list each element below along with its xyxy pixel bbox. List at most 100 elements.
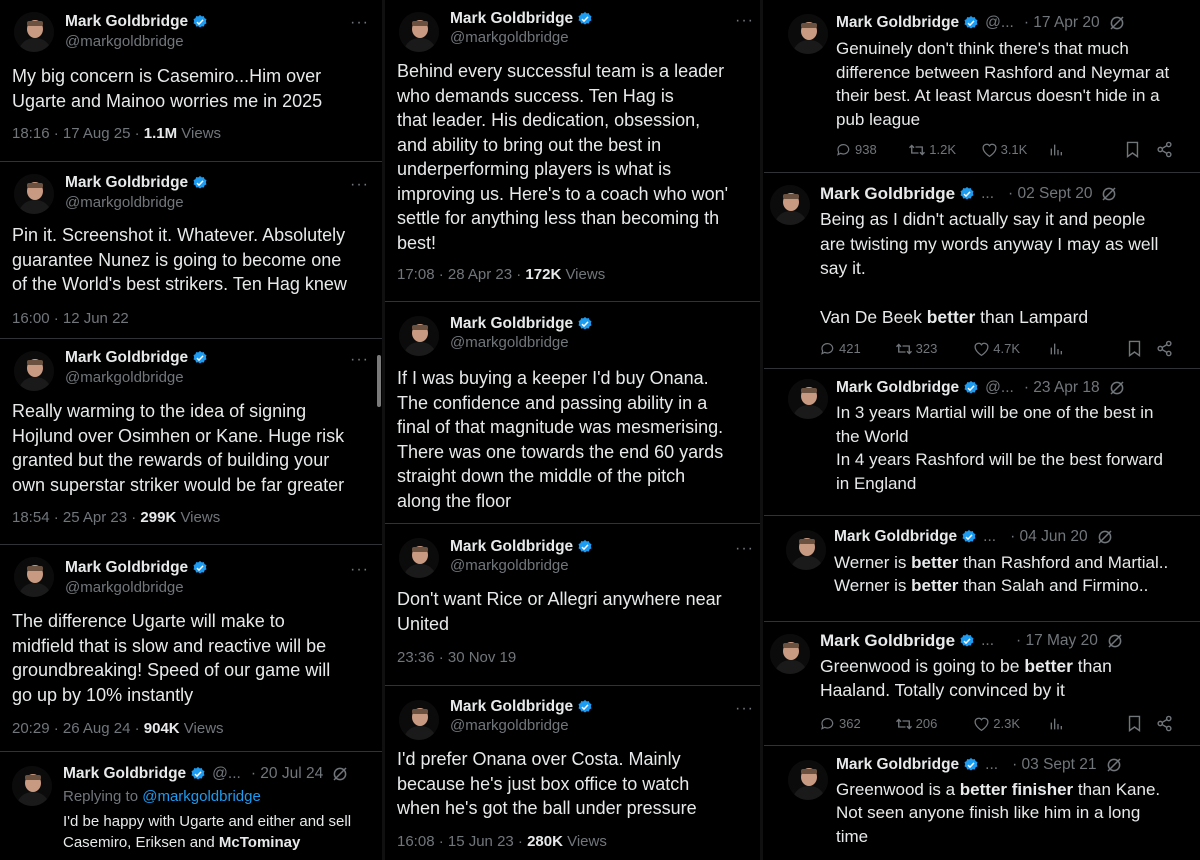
tweet-date[interactable]: · 17 Apr 20 (1024, 14, 1100, 32)
author-name[interactable]: Mark Goldbridge (836, 756, 959, 774)
no-bell-icon[interactable] (1100, 185, 1118, 203)
tweet-timestamp[interactable]: 20:29 · 26 Aug 24 · (12, 720, 144, 737)
author-handle[interactable]: @... (212, 765, 241, 783)
avatar[interactable] (788, 14, 828, 54)
tweet-date[interactable]: · 04 Jun 20 (1010, 528, 1088, 546)
share-button[interactable] (1156, 141, 1176, 158)
author-name[interactable]: Mark Goldbridge (63, 765, 186, 783)
tweet-card[interactable]: Mark Goldbridge @markgoldbridge ··· Behi… (385, 0, 760, 302)
tweet-card[interactable]: Mark Goldbridge ... · 02 Sept 20 Being a… (764, 173, 1200, 369)
tweet-timestamp[interactable]: 18:16 · 17 Aug 25 · (12, 125, 144, 142)
bookmark-button[interactable] (1127, 340, 1156, 357)
author-handle[interactable]: @... (985, 379, 1014, 397)
tweet-date[interactable]: · 17 May 20 (1016, 632, 1098, 650)
author-name[interactable]: Mark Goldbridge (834, 528, 957, 546)
avatar[interactable] (399, 12, 439, 52)
tweet-card[interactable]: Mark Goldbridge @markgoldbridge ··· I'd … (385, 686, 760, 860)
more-options-icon[interactable]: ··· (350, 561, 369, 579)
like-button[interactable]: 2.3K (973, 716, 1048, 732)
tweet-card[interactable]: Mark Goldbridge @markgoldbridge If I was… (385, 302, 760, 524)
reply-button[interactable]: 362 (820, 716, 895, 732)
reply-button[interactable]: 938 (836, 142, 908, 158)
tweet-card[interactable]: Mark Goldbridge @markgoldbridge ··· Pin … (0, 162, 382, 339)
avatar[interactable] (399, 700, 439, 740)
author-handle[interactable]: ... (981, 632, 994, 650)
no-bell-icon[interactable] (331, 765, 349, 783)
analytics-button[interactable] (1048, 716, 1127, 732)
tweet-card[interactable]: Mark Goldbridge ... · 03 Sept 21 Greenwo… (764, 746, 1200, 860)
avatar[interactable] (399, 538, 439, 578)
tweet-date[interactable]: · 23 Apr 18 (1024, 379, 1100, 397)
author-handle[interactable]: ... (983, 528, 996, 546)
author-handle[interactable]: @markgoldbridge (65, 579, 184, 596)
author-name[interactable]: Mark Goldbridge (450, 698, 573, 716)
no-bell-icon[interactable] (1096, 528, 1114, 546)
author-name[interactable]: Mark Goldbridge (836, 14, 959, 32)
author-handle[interactable]: @markgoldbridge (450, 29, 569, 46)
more-options-icon[interactable]: ··· (350, 351, 369, 369)
avatar[interactable] (12, 766, 52, 806)
avatar[interactable] (399, 316, 439, 356)
tweet-date[interactable]: · 03 Sept 21 (1012, 756, 1096, 774)
tweet-timestamp[interactable]: 23:36 · 30 Nov 19 (397, 649, 516, 666)
author-name[interactable]: Mark Goldbridge (820, 184, 955, 204)
scrollbar-thumb[interactable] (377, 355, 381, 407)
author-name[interactable]: Mark Goldbridge (836, 379, 959, 397)
like-button[interactable]: 3.1K (981, 142, 1048, 158)
tweet-card[interactable]: Mark Goldbridge @... · 17 Apr 20 Genuine… (764, 0, 1200, 173)
no-bell-icon[interactable] (1108, 14, 1126, 32)
author-handle[interactable]: @markgoldbridge (450, 717, 569, 734)
retweet-button[interactable]: 206 (895, 716, 974, 732)
author-handle[interactable]: @markgoldbridge (65, 33, 184, 50)
tweet-card[interactable]: Mark Goldbridge @markgoldbridge ··· My b… (0, 0, 382, 162)
author-name[interactable]: Mark Goldbridge (65, 13, 188, 31)
author-name[interactable]: Mark Goldbridge (450, 315, 573, 333)
tweet-date[interactable]: · 02 Sept 20 (1008, 185, 1092, 203)
retweet-button[interactable]: 323 (895, 341, 974, 357)
author-handle[interactable]: @markgoldbridge (450, 557, 569, 574)
avatar[interactable] (770, 185, 810, 225)
tweet-card[interactable]: Mark Goldbridge @markgoldbridge ··· Real… (0, 339, 382, 545)
author-name[interactable]: Mark Goldbridge (65, 349, 188, 367)
tweet-card[interactable]: Mark Goldbridge @... · 23 Apr 18 In 3 ye… (764, 369, 1200, 516)
like-button[interactable]: 4.7K (973, 341, 1048, 357)
reply-handle-link[interactable]: @markgoldbridge (142, 788, 261, 805)
bookmark-button[interactable] (1125, 141, 1156, 158)
more-options-icon[interactable]: ··· (735, 12, 754, 30)
avatar[interactable] (770, 634, 810, 674)
avatar[interactable] (14, 12, 54, 52)
more-options-icon[interactable]: ··· (735, 700, 754, 718)
share-button[interactable] (1156, 340, 1176, 357)
author-name[interactable]: Mark Goldbridge (65, 174, 188, 192)
avatar[interactable] (14, 174, 54, 214)
more-options-icon[interactable]: ··· (350, 176, 369, 194)
tweet-timestamp[interactable]: 17:08 · 28 Apr 23 · (397, 266, 525, 283)
author-name[interactable]: Mark Goldbridge (450, 10, 573, 28)
analytics-button[interactable] (1048, 341, 1127, 357)
author-handle[interactable]: @markgoldbridge (65, 194, 184, 211)
avatar[interactable] (14, 351, 54, 391)
share-button[interactable] (1156, 715, 1176, 732)
tweet-card[interactable]: Mark Goldbridge @markgoldbridge ··· The … (0, 545, 382, 752)
author-handle[interactable]: ... (981, 185, 994, 203)
author-name[interactable]: Mark Goldbridge (450, 538, 573, 556)
tweet-card[interactable]: Mark Goldbridge ... · 17 May 20 Greenwoo… (764, 622, 1200, 746)
analytics-button[interactable] (1048, 142, 1125, 158)
tweet-timestamp[interactable]: 18:54 · 25 Apr 23 · (12, 509, 140, 526)
author-handle[interactable]: @markgoldbridge (450, 334, 569, 351)
avatar[interactable] (788, 379, 828, 419)
tweet-date[interactable]: · 20 Jul 24 (251, 765, 323, 783)
avatar[interactable] (788, 760, 828, 800)
reply-button[interactable]: 421 (820, 341, 895, 357)
avatar[interactable] (14, 557, 54, 597)
no-bell-icon[interactable] (1108, 379, 1126, 397)
author-handle[interactable]: ... (985, 756, 998, 774)
reply-tweet-card[interactable]: Mark Goldbridge @... · 20 Jul 24 Replyin… (0, 752, 382, 860)
retweet-button[interactable]: 1.2K (908, 142, 980, 158)
author-name[interactable]: Mark Goldbridge (820, 631, 955, 651)
no-bell-icon[interactable] (1105, 756, 1123, 774)
tweet-card[interactable]: Mark Goldbridge @markgoldbridge ··· Don'… (385, 524, 760, 686)
more-options-icon[interactable]: ··· (350, 14, 369, 32)
avatar[interactable] (786, 530, 826, 570)
bookmark-button[interactable] (1127, 715, 1156, 732)
